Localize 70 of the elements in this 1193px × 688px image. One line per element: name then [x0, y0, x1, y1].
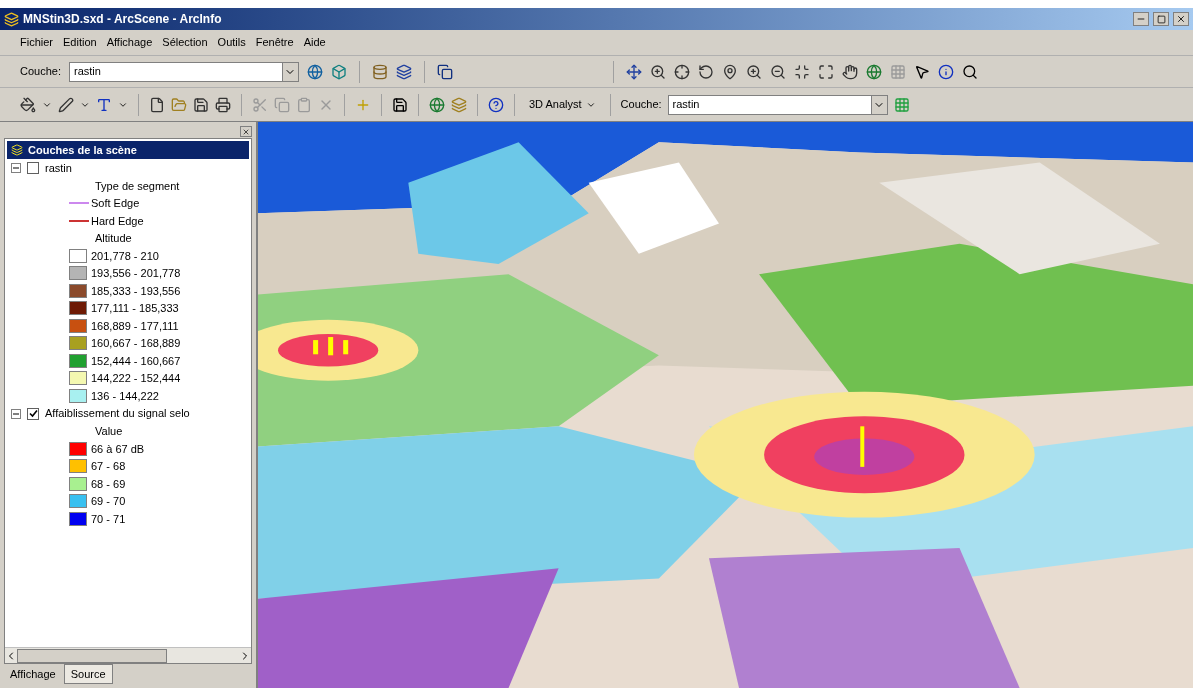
legend-heading: Value	[95, 424, 123, 439]
layer-name[interactable]: Affaiblissement du signal selo	[45, 405, 190, 422]
info-icon[interactable]	[938, 63, 954, 80]
fill-icon[interactable]	[20, 96, 36, 113]
legend-label: 136 - 144,222	[91, 388, 159, 404]
menu-item[interactable]: Sélection	[162, 34, 208, 51]
toc-title: Couches de la scène	[28, 142, 137, 158]
layer-dropdown[interactable]: rastin	[69, 61, 299, 82]
legend-label: Hard Edge	[91, 213, 144, 229]
pin-icon[interactable]	[722, 63, 738, 80]
expand-icon[interactable]	[818, 63, 834, 80]
copy-icon[interactable]	[437, 63, 453, 80]
legend-heading: Altitude	[95, 231, 132, 246]
menu-item[interactable]: Outils	[217, 34, 246, 51]
help-icon[interactable]	[488, 96, 504, 113]
collapse-icon[interactable]	[11, 408, 21, 419]
legend-label: 201,778 - 210	[91, 248, 159, 264]
menu-item[interactable]: Fenêtre	[255, 34, 294, 51]
zoom-out-icon[interactable]	[770, 63, 786, 80]
layer-dropdown[interactable]: rastin	[667, 94, 888, 115]
legend-label: 160,667 - 168,889	[91, 336, 181, 351]
window-title: MNStin3D.sxd - ArcScene - ArcInfo	[23, 11, 223, 28]
horizontal-scrollbar[interactable]	[5, 647, 251, 663]
analyst-menu[interactable]: 3D Analyst	[525, 96, 600, 113]
legend-label: 144,222 - 152,444	[91, 371, 181, 386]
globe-icon[interactable]	[866, 63, 882, 80]
box-icon[interactable]	[331, 63, 347, 80]
legend-label: 69 - 70	[91, 494, 126, 509]
scene-icon	[11, 144, 23, 156]
legend-label: 70 - 71	[91, 511, 126, 527]
layer-checkbox[interactable]	[27, 162, 39, 174]
new-file-icon[interactable]	[149, 96, 165, 113]
panel-tab[interactable]: Source	[63, 664, 113, 684]
legend-label: 68 - 69	[91, 476, 126, 492]
layer-label: Couche:	[20, 64, 61, 80]
move-icon[interactable]	[626, 63, 642, 80]
legend-label: 66 à 67 dB	[91, 441, 145, 457]
legend-label: Soft Edge	[91, 196, 140, 211]
legend-label: 177,111 - 185,333	[91, 301, 179, 316]
shrink-icon[interactable]	[794, 63, 810, 80]
layer-name[interactable]: rastin	[45, 159, 72, 177]
pointer-icon[interactable]	[914, 63, 930, 80]
layer-label: Couche:	[620, 97, 662, 113]
clipboard-icon[interactable]	[296, 96, 312, 113]
collapse-icon[interactable]	[11, 163, 21, 173]
legend-label: 152,444 - 160,667	[91, 353, 181, 369]
menu-item[interactable]: Aide	[303, 34, 326, 51]
menu-item[interactable]: Affichage	[106, 34, 153, 51]
layers-icon[interactable]	[396, 63, 412, 80]
app-icon	[4, 11, 19, 27]
legend-label: 193,556 - 201,778	[91, 266, 181, 281]
database-icon[interactable]	[372, 63, 388, 80]
globe-icon[interactable]	[429, 96, 445, 113]
legend-heading: Type de segment	[95, 178, 180, 194]
legend-label: 168,889 - 177,111	[91, 318, 179, 334]
globe-icon[interactable]	[307, 63, 323, 80]
legend-label: 67 - 68	[91, 459, 126, 474]
menu-item[interactable]: Edition	[63, 34, 97, 51]
hand-icon[interactable]	[842, 63, 858, 80]
zoom-in-icon[interactable]	[746, 63, 762, 80]
crosshair-icon[interactable]	[674, 63, 690, 80]
save-icon[interactable]	[193, 96, 209, 113]
rotate-icon[interactable]	[698, 63, 714, 80]
layer-checkbox[interactable]	[27, 407, 39, 420]
legend-label: 185,333 - 193,556	[91, 283, 181, 299]
menu-item[interactable]: Fichier	[20, 34, 53, 51]
pen-icon[interactable]	[58, 96, 74, 113]
zoom-in-icon[interactable]	[650, 63, 666, 80]
search-icon[interactable]	[962, 63, 978, 80]
printer-icon[interactable]	[215, 96, 231, 113]
